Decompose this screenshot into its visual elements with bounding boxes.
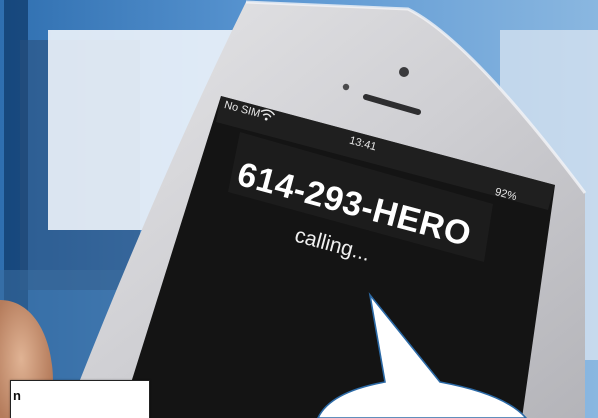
caption-text: n — [13, 388, 21, 403]
speech-bubble-shape — [317, 292, 528, 418]
speech-bubble — [317, 292, 528, 418]
caption-box: n — [10, 380, 150, 418]
scene: No SIM 13:41 92% 614-293-HERO calling...… — [0, 0, 598, 418]
